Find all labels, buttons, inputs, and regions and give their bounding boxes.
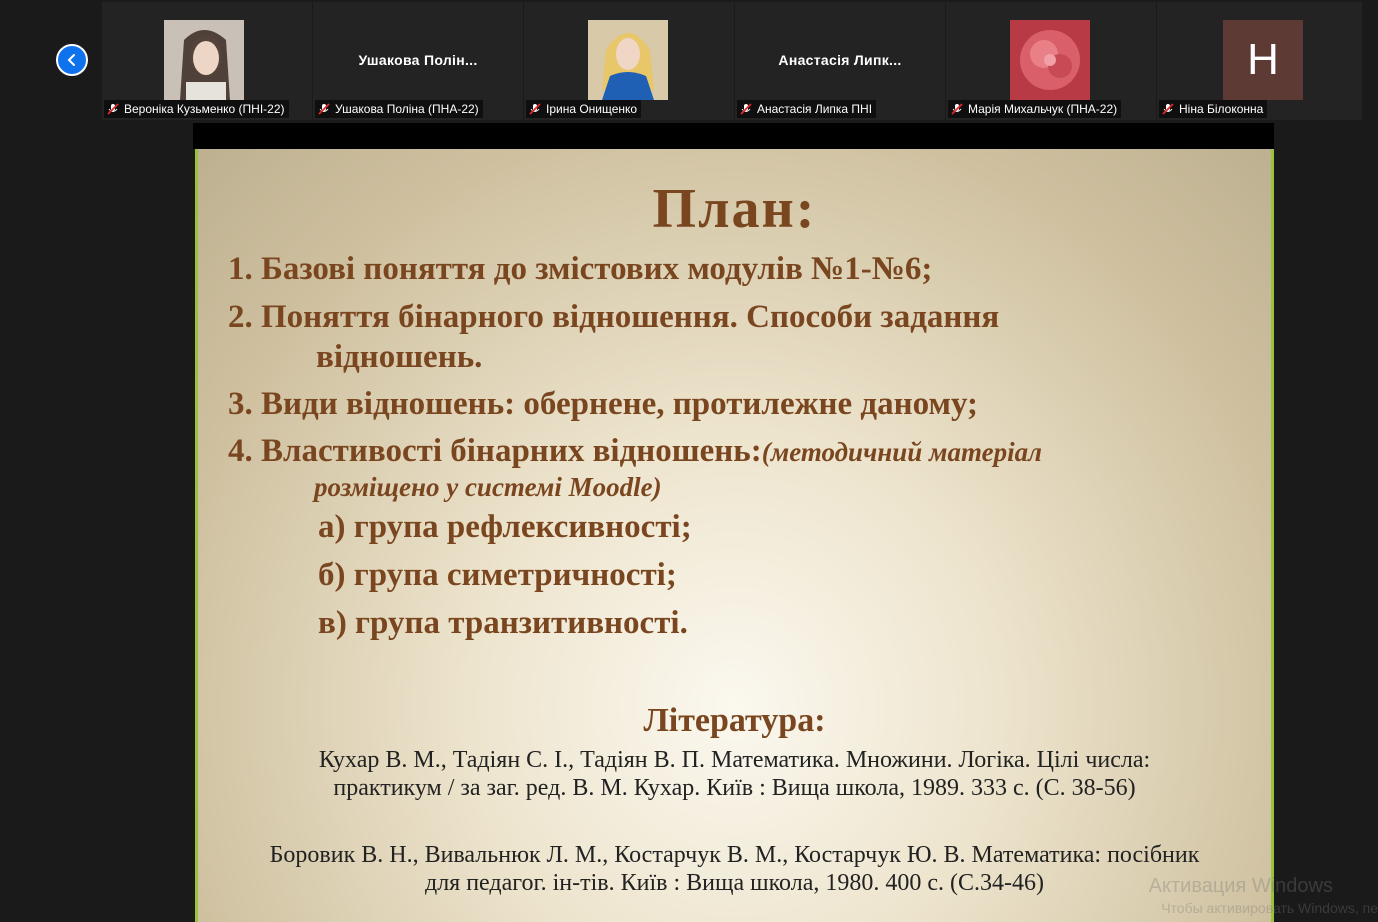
participant-photo	[1010, 20, 1090, 100]
plan-item-2: 2. Поняття бінарного відношення. Способи…	[228, 297, 999, 377]
muted-mic-icon	[318, 103, 330, 115]
item-text-continuation: відношень.	[316, 339, 483, 375]
participant-tile[interactable]: Вероніка Кузьменко (ПНІ-22)	[102, 2, 312, 120]
participant-strip: Вероніка Кузьменко (ПНІ-22) Ушакова Полі…	[102, 2, 1364, 120]
plan-item-4: 4. Властивості бінарних відношень:(метод…	[228, 431, 1042, 502]
participant-photo	[164, 20, 244, 100]
participant-label: Марія Михальчук (ПНА-22)	[948, 100, 1122, 118]
participant-tile[interactable]: Н Ніна Білоконна	[1157, 2, 1362, 120]
plan-item-1: 1. Базові поняття до змістових модулів №…	[228, 249, 932, 289]
muted-mic-icon	[951, 103, 963, 115]
participant-name: Марія Михальчук (ПНА-22)	[968, 102, 1118, 116]
reference-line: для педагог. ін-тів. Київ : Вища школа, …	[424, 870, 1045, 896]
participant-tile[interactable]: Марія Михальчук (ПНА-22)	[946, 2, 1156, 120]
participant-name: Вероніка Кузьменко (ПНІ-22)	[124, 102, 285, 116]
muted-mic-icon	[1162, 103, 1174, 115]
muted-mic-icon	[740, 103, 752, 115]
item-text: Види відношень: обернене, протилежне дан…	[261, 386, 979, 422]
chevron-left-icon	[67, 54, 75, 66]
item-number: 3.	[228, 386, 261, 422]
shared-slide: План: 1. Базові поняття до змістових мод…	[195, 149, 1274, 922]
participant-name: Ніна Білоконна	[1179, 102, 1264, 116]
participant-name: Ірина Онищенко	[546, 102, 638, 116]
item-number: 4.	[228, 433, 261, 469]
item-text: Поняття бінарного відношення. Способи за…	[261, 299, 1000, 335]
participant-label: Ніна Білоконна	[1159, 100, 1268, 118]
plan-subitem-b: б) група симетричності;	[318, 557, 677, 593]
participant-display-name: Ушакова Полін...	[358, 52, 478, 68]
windows-activation-watermark: Активация Windows	[1148, 875, 1333, 897]
back-arrow-button[interactable]	[56, 44, 88, 76]
reference-line: Кухар В. М., Тадіян С. І., Тадіян В. П. …	[318, 747, 1151, 773]
reference-line: Боровик В. Н., Вивальнюк Л. М., Костарчу…	[269, 842, 1200, 868]
muted-mic-icon	[529, 103, 541, 115]
item-note: (методичний матеріал	[761, 437, 1042, 467]
participant-name: Ушакова Поліна (ПНА-22)	[335, 102, 479, 116]
item-text: Властивості бінарних відношень:	[261, 433, 762, 469]
participant-tile[interactable]: Ірина Онищенко	[524, 2, 734, 120]
item-number: 2.	[228, 299, 261, 335]
participant-tile[interactable]: Анастасія Липк... Анастасія Липка ПНІ	[735, 2, 945, 120]
slide-title: План:	[652, 178, 817, 240]
participant-tile[interactable]: Ушакова Полін... Ушакова Поліна (ПНА-22)	[313, 2, 523, 120]
shared-screen-top-bar	[193, 123, 1274, 149]
item-text: Базові поняття до змістових модулів №1-№…	[261, 251, 933, 287]
participant-label: Анастасія Липка ПНІ	[737, 100, 877, 118]
plan-subitem-c: в) група транзитивності.	[318, 605, 688, 641]
participant-photo	[588, 20, 668, 100]
participant-label: Ушакова Поліна (ПНА-22)	[315, 100, 483, 118]
participant-label: Ірина Онищенко	[526, 100, 642, 118]
participant-name: Анастасія Липка ПНІ	[757, 102, 873, 116]
participant-initial-avatar: Н	[1223, 20, 1303, 100]
reference-2: Боровик В. Н., Вивальнюк Л. М., Костарчу…	[198, 841, 1271, 897]
windows-activation-watermark-sub: Чтобы активировать Windows, пе	[1161, 900, 1378, 916]
item-number: 1.	[228, 251, 261, 287]
muted-mic-icon	[107, 103, 119, 115]
participant-label: Вероніка Кузьменко (ПНІ-22)	[104, 100, 289, 118]
participant-display-name: Анастасія Липк...	[778, 52, 902, 68]
reference-1: Кухар В. М., Тадіян С. І., Тадіян В. П. …	[198, 746, 1271, 802]
literature-title: Література:	[643, 702, 826, 739]
plan-item-3: 3. Види відношень: обернене, протилежне …	[228, 384, 978, 424]
reference-line: практикум / за заг. ред. В. М. Кухар. Ки…	[333, 775, 1136, 801]
item-note-continuation: розміщено у системі Moodle)	[314, 472, 662, 502]
plan-subitem-a: а) група рефлексивності;	[318, 509, 692, 545]
